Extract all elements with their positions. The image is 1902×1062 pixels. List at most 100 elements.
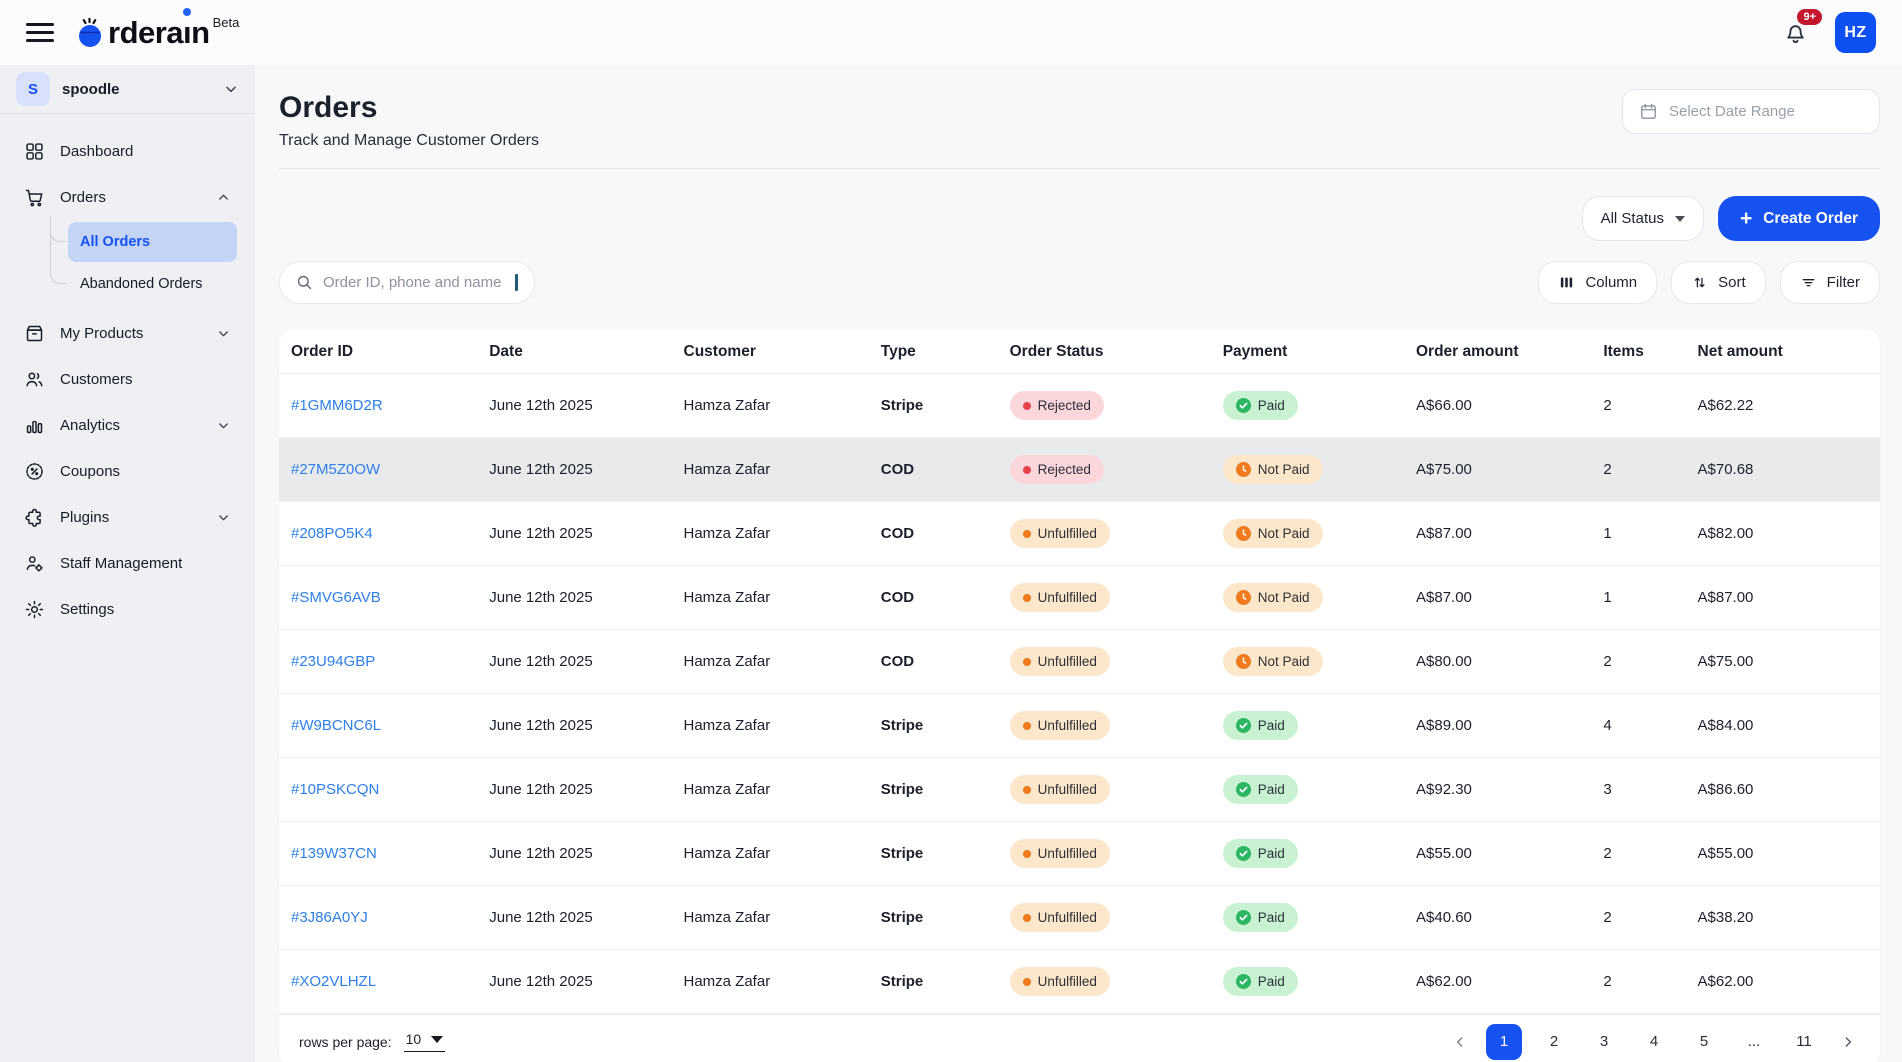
order-net-amount: A$70.68 [1698, 461, 1869, 478]
next-page-button[interactable] [1836, 1034, 1860, 1050]
order-net-amount: A$75.00 [1698, 653, 1869, 670]
check-circle-icon [1236, 910, 1251, 925]
store-selector[interactable]: S spoodle [0, 65, 255, 114]
order-amount: A$55.00 [1416, 845, 1603, 862]
logo-text: rderaın [108, 17, 210, 48]
order-status-badge: Unfulfilled [1010, 647, 1110, 676]
order-type: Stripe [881, 973, 1010, 990]
previous-page-button[interactable] [1448, 1034, 1472, 1050]
column-header: Payment [1223, 343, 1416, 361]
order-net-amount: A$84.00 [1698, 717, 1869, 734]
order-type: Stripe [881, 781, 1010, 798]
app-logo: rderaın Beta [74, 17, 239, 49]
column-header: Order Status [1010, 343, 1223, 361]
order-date: June 12th 2025 [489, 397, 683, 414]
sidebar-item-my-products[interactable]: My Products [10, 310, 245, 356]
order-id-link[interactable]: #SMVG6AVB [291, 589, 381, 606]
table-row[interactable]: #1GMM6D2RJune 12th 2025Hamza ZafarStripe… [279, 374, 1880, 438]
order-date: June 12th 2025 [489, 653, 683, 670]
sidebar-item-all-orders[interactable]: All Orders [68, 222, 237, 262]
sidebar-item-dashboard[interactable]: Dashboard [10, 128, 245, 174]
order-items-count: 2 [1603, 909, 1697, 926]
order-net-amount: A$87.00 [1698, 589, 1869, 606]
sidebar-item-analytics[interactable]: Analytics [10, 402, 245, 448]
payment-status-badge: Not Paid [1223, 583, 1323, 612]
search-box[interactable] [279, 261, 535, 304]
order-customer: Hamza Zafar [684, 717, 881, 734]
search-icon [295, 273, 314, 292]
sidebar-item-coupons[interactable]: Coupons [10, 448, 245, 494]
sidebar-nav: Dashboard Orders All Orders Abandoned Or… [0, 114, 255, 632]
typing-cursor-icon [515, 274, 518, 291]
sidebar-item-abandoned-orders[interactable]: Abandoned Orders [68, 264, 237, 304]
page-number-button[interactable]: 3 [1586, 1024, 1622, 1060]
order-amount: A$87.00 [1416, 589, 1603, 606]
column-button[interactable]: Column [1538, 261, 1657, 304]
table-row[interactable]: #3J86A0YJJune 12th 2025Hamza ZafarStripe… [279, 886, 1880, 950]
page-number-button[interactable]: 11 [1786, 1024, 1822, 1060]
order-amount: A$92.30 [1416, 781, 1603, 798]
table-row[interactable]: #W9BCNC6LJune 12th 2025Hamza ZafarStripe… [279, 694, 1880, 758]
caret-down-icon [431, 1036, 443, 1043]
table-row[interactable]: #SMVG6AVBJune 12th 2025Hamza ZafarCODUnf… [279, 566, 1880, 630]
table-row[interactable]: #23U94GBPJune 12th 2025Hamza ZafarCODUnf… [279, 630, 1880, 694]
order-items-count: 3 [1603, 781, 1697, 798]
chevron-down-icon [216, 418, 231, 433]
page-number-button[interactable]: 4 [1636, 1024, 1672, 1060]
page-numbers: 12345...11 [1486, 1024, 1822, 1060]
orders-table-body: #1GMM6D2R June 12th 2025 Hamza Zafar Stripe… [279, 374, 1880, 1014]
order-id-link[interactable]: #10PSKCQN [291, 781, 379, 798]
payment-status-badge: Paid [1223, 839, 1298, 868]
order-id-link[interactable]: #1GMM6D2R [291, 397, 383, 414]
filter-button[interactable]: Filter [1780, 261, 1880, 304]
status-dot-icon [1023, 594, 1031, 602]
hamburger-menu-icon[interactable] [26, 18, 54, 47]
payment-status-badge: Paid [1223, 711, 1298, 740]
analytics-bars-icon [24, 415, 45, 436]
page-number-button[interactable]: 2 [1536, 1024, 1572, 1060]
filter-lines-icon [1800, 274, 1817, 291]
table-row[interactable]: #XO2VLHZLJune 12th 2025Hamza ZafarStripe… [279, 950, 1880, 1014]
order-customer: Hamza Zafar [684, 461, 881, 478]
order-id-link[interactable]: #XO2VLHZL [291, 973, 376, 990]
rows-per-page-label: rows per page: [299, 1034, 392, 1050]
products-box-icon [24, 323, 45, 344]
order-type: Stripe [881, 397, 1010, 414]
create-order-button[interactable]: + Create Order [1718, 196, 1880, 241]
sidebar-item-staff-management[interactable]: Staff Management [10, 540, 245, 586]
order-status-badge: Unfulfilled [1010, 903, 1110, 932]
table-row[interactable]: #139W37CNJune 12th 2025Hamza ZafarStripe… [279, 822, 1880, 886]
page-number-button[interactable]: 5 [1686, 1024, 1722, 1060]
sidebar-item-settings[interactable]: Settings [10, 586, 245, 632]
order-status-badge: Unfulfilled [1010, 967, 1110, 996]
table-row[interactable]: #10PSKCQNJune 12th 2025Hamza ZafarStripe… [279, 758, 1880, 822]
sidebar-item-customers[interactable]: Customers [10, 356, 245, 402]
order-id-link[interactable]: #23U94GBP [291, 653, 375, 670]
status-dot-icon [1023, 978, 1031, 986]
page-number-button[interactable]: 1 [1486, 1024, 1522, 1060]
table-row[interactable]: #27M5Z0OWJune 12th 2025Hamza ZafarCODRej… [279, 438, 1880, 502]
order-id-link[interactable]: #27M5Z0OW [291, 461, 380, 478]
status-dot-icon [1023, 850, 1031, 858]
order-id-link[interactable]: #W9BCNC6L [291, 717, 381, 734]
order-id-link[interactable]: #3J86A0YJ [291, 909, 368, 926]
order-id-link[interactable]: #139W37CN [291, 845, 377, 862]
user-avatar[interactable]: HZ [1835, 12, 1876, 53]
sort-button[interactable]: Sort [1671, 261, 1766, 304]
notifications-button[interactable]: 9+ [1782, 19, 1809, 46]
order-status-badge: Unfulfilled [1010, 839, 1110, 868]
caret-down-icon [1675, 216, 1685, 222]
sidebar-item-plugins[interactable]: Plugins [10, 494, 245, 540]
rows-per-page-select[interactable]: 10 [404, 1031, 446, 1052]
payment-status-badge: Not Paid [1223, 519, 1323, 548]
status-filter-dropdown[interactable]: All Status [1582, 196, 1704, 241]
payment-status-badge: Paid [1223, 967, 1298, 996]
table-row[interactable]: #208PO5K4June 12th 2025Hamza ZafarCODUnf… [279, 502, 1880, 566]
order-id-link[interactable]: #208PO5K4 [291, 525, 373, 542]
order-status-badge: Rejected [1010, 455, 1104, 484]
search-input[interactable] [323, 274, 522, 291]
order-net-amount: A$86.60 [1698, 781, 1869, 798]
date-range-picker[interactable]: Select Date Range [1622, 89, 1880, 134]
sidebar-item-orders[interactable]: Orders [10, 174, 245, 220]
dashboard-icon [24, 141, 45, 162]
